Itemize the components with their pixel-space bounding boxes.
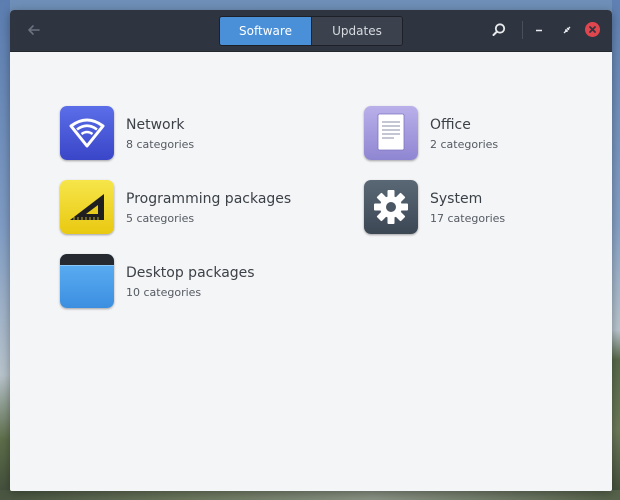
search-icon (492, 23, 506, 36)
app-window: Software Updates Network 8 categories Of… (10, 10, 612, 491)
category-grid: Network 8 categories Office 2 categories (10, 52, 612, 491)
category-count: 5 categories (126, 212, 195, 225)
back-button[interactable] (24, 20, 44, 40)
category-desktop-packages[interactable]: Desktop packages 10 categories (60, 254, 310, 310)
document-icon (364, 106, 418, 160)
header-separator (522, 21, 523, 39)
category-system[interactable]: System 17 categories (364, 180, 612, 236)
minimize-button[interactable] (530, 21, 548, 39)
set-square-icon (60, 180, 114, 234)
desktop-background-bottom (0, 490, 620, 500)
wifi-icon (60, 106, 114, 160)
desktop-background-right (612, 0, 620, 500)
category-count: 2 categories (430, 138, 499, 151)
restore-icon (563, 26, 571, 34)
category-title: Network (126, 117, 185, 133)
category-programming-packages[interactable]: Programming packages 5 categories (60, 180, 310, 236)
close-button[interactable] (585, 22, 600, 37)
category-title: System (430, 191, 483, 207)
category-count: 10 categories (126, 286, 202, 299)
category-office[interactable]: Office 2 categories (364, 106, 612, 162)
restore-button[interactable] (558, 21, 576, 39)
header-bar: Software Updates (10, 10, 612, 52)
tab-updates[interactable]: Updates (311, 17, 402, 45)
category-title: Programming packages (126, 191, 292, 207)
category-count: 8 categories (126, 138, 195, 151)
gear-icon (364, 180, 418, 234)
window-icon (60, 254, 114, 308)
tab-software[interactable]: Software (220, 17, 311, 45)
view-switcher: Software Updates (219, 16, 403, 46)
category-title: Office (430, 117, 471, 133)
category-network[interactable]: Network 8 categories (60, 106, 310, 162)
arrow-left-icon (28, 25, 40, 35)
close-icon (589, 26, 596, 33)
category-count: 17 categories (430, 212, 506, 225)
desktop-background-left (0, 0, 10, 500)
category-title: Desktop packages (126, 265, 255, 281)
minimize-icon (536, 29, 542, 32)
search-button[interactable] (490, 21, 508, 39)
